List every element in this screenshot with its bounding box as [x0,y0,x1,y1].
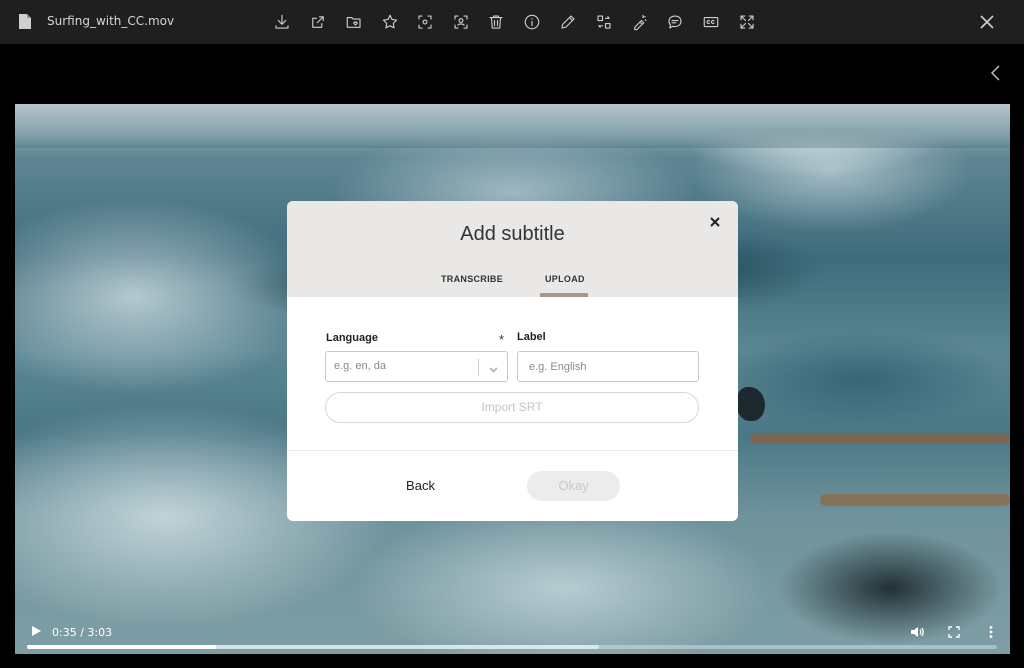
trash-icon[interactable] [485,11,507,33]
video-frame-surfer [737,387,765,421]
close-icon [980,15,994,29]
top-toolbar: Surfing_with_CC.mov [0,0,1024,44]
share-icon[interactable] [307,11,329,33]
select-divider [478,359,479,376]
focus-icon[interactable] [414,11,436,33]
language-select[interactable]: e.g. en, da [325,351,508,382]
info-icon[interactable] [521,11,543,33]
expand-icon[interactable] [736,11,758,33]
star-icon[interactable] [379,11,401,33]
dialog-title: Add subtitle [460,223,565,245]
closed-caption-icon[interactable] [700,11,722,33]
download-icon[interactable] [271,11,293,33]
file-icon [19,14,31,29]
progress-played [27,645,217,649]
volume-icon[interactable] [909,624,925,640]
dialog-header: Add subtitle TRANSCRIBE UPLOAD [287,201,738,297]
import-srt-button[interactable]: Import SRT [325,392,699,423]
swap-icon[interactable] [593,11,615,33]
video-frame-reef [750,434,1010,444]
video-controls: 0:35 / 3:03 [15,614,1010,654]
label-label: Label [517,331,546,343]
fullscreen-icon[interactable] [946,624,962,640]
language-placeholder: e.g. en, da [334,360,386,372]
folder-heart-icon[interactable] [343,11,365,33]
edit-icon[interactable] [557,11,579,33]
close-icon [710,217,720,227]
magic-edit-icon[interactable] [629,11,651,33]
more-options-icon[interactable] [983,624,999,640]
okay-button[interactable]: Okay [527,471,620,501]
dialog-divider [287,450,738,451]
video-frame-reef [820,494,1010,506]
label-input[interactable] [517,351,699,382]
tab-transcribe[interactable]: TRANSCRIBE [441,274,503,284]
required-indicator: * [499,332,505,347]
add-subtitle-dialog: Add subtitle TRANSCRIBE UPLOAD Language … [287,201,738,521]
side-panel-toggle-button[interactable] [988,64,1004,82]
active-tab-indicator [540,293,588,297]
language-label: Language [326,332,378,344]
tab-upload[interactable]: UPLOAD [545,274,585,284]
progress-bar[interactable] [27,645,997,649]
chevron-down-icon [488,362,499,373]
video-frame-sky [15,104,1010,148]
close-viewer-button[interactable] [976,11,998,33]
chevron-left-icon [990,65,1000,81]
back-button[interactable]: Back [387,476,454,496]
comment-icon[interactable] [664,11,686,33]
play-icon[interactable] [29,624,43,638]
dialog-close-button[interactable] [708,215,722,229]
file-name: Surfing_with_CC.mov [47,14,175,28]
person-frame-icon[interactable] [450,11,472,33]
time-display: 0:35 / 3:03 [52,626,113,639]
